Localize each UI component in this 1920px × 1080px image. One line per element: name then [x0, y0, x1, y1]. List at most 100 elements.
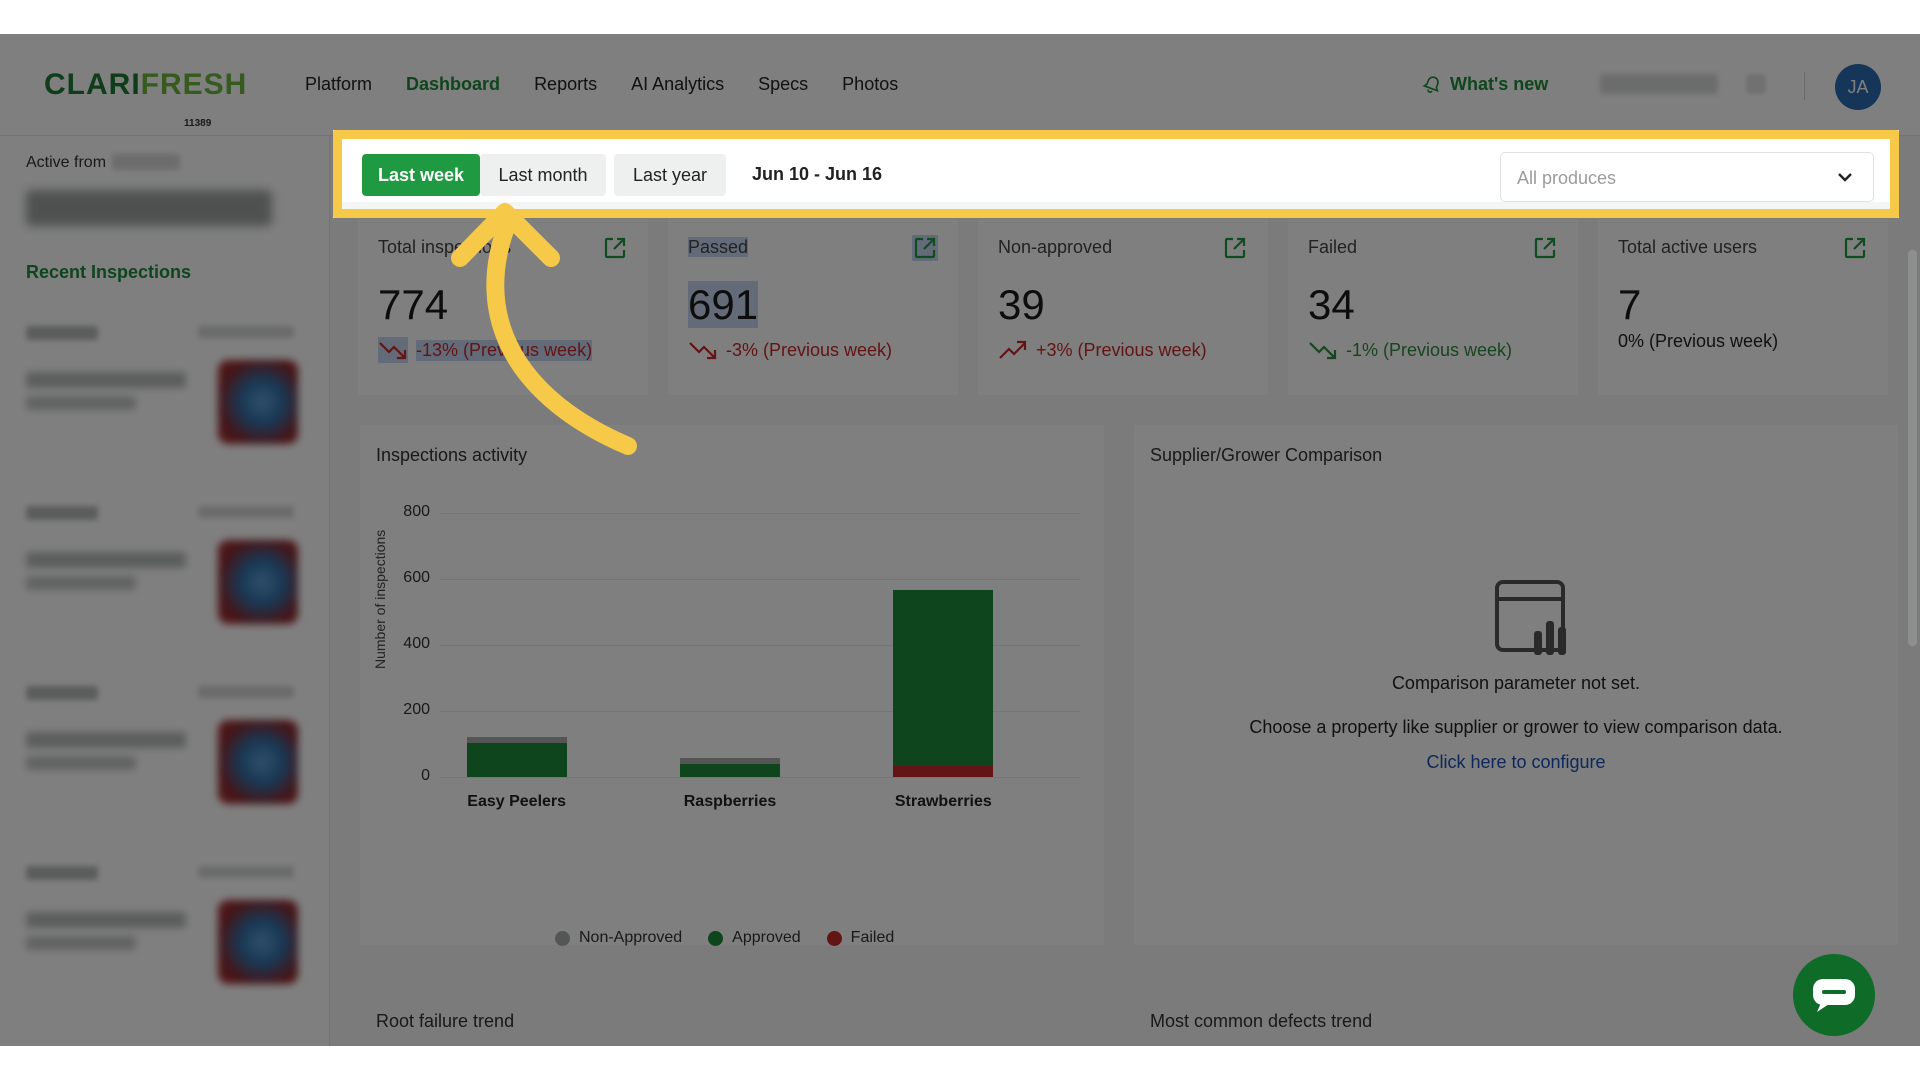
- gridline: [440, 513, 1080, 514]
- common-defects-title: Most common defects trend: [1150, 1011, 1373, 1031]
- gridline: [440, 777, 1080, 778]
- chart-placeholder-icon: [1495, 580, 1566, 655]
- recent-inspection-card[interactable]: [22, 666, 306, 826]
- blurred-text: [26, 506, 98, 520]
- stat-label: Total active users: [1618, 237, 1758, 257]
- stat-value: 39: [998, 281, 1045, 328]
- legend-item-failed[interactable]: Failed: [826, 929, 894, 947]
- logo-text-fresh: FRESH: [140, 68, 248, 101]
- x-category-label: Raspberries: [683, 793, 777, 810]
- stat-card-active-users: Total active users 7 0% (Previous week): [1598, 219, 1888, 395]
- nav-reports[interactable]: Reports: [534, 74, 597, 95]
- external-link-icon[interactable]: [912, 235, 938, 261]
- nav-dashboard[interactable]: Dashboard: [406, 74, 500, 95]
- external-link-icon[interactable]: [602, 235, 628, 261]
- external-link-icon[interactable]: [1222, 235, 1248, 261]
- blurred-text: [198, 506, 294, 518]
- bell-icon: [1422, 75, 1439, 93]
- recent-inspection-card[interactable]: [22, 486, 306, 646]
- y-tick-label: 200: [403, 701, 430, 718]
- blurred-text: [198, 866, 294, 878]
- recent-inspections-title: Recent Inspections: [26, 262, 192, 282]
- bar-segment-approved[interactable]: [893, 589, 994, 767]
- blurred-date: [112, 154, 180, 170]
- y-tick-label: 0: [421, 767, 430, 784]
- blurred-text: [26, 576, 136, 590]
- nav-specs[interactable]: Specs: [758, 74, 808, 95]
- stat-label: Non-approved: [998, 237, 1113, 257]
- blurred-text: [198, 326, 294, 338]
- stat-label: Passed: [688, 237, 749, 258]
- supplier-comparison-panel: Supplier/Grower Comparison Comparison pa…: [1134, 425, 1898, 945]
- sidebar: Active from Recent Inspections: [0, 136, 330, 1046]
- stat-value: 691: [688, 281, 759, 329]
- blurred-text: [26, 372, 186, 388]
- trend-down-icon: [378, 337, 408, 363]
- panel-title: Inspections activity: [376, 445, 528, 465]
- stat-delta-text: -13% (Previous week): [416, 339, 593, 361]
- configure-link[interactable]: Click here to configure: [1134, 752, 1898, 773]
- recent-inspection-card[interactable]: [22, 846, 306, 1006]
- blurred-text: [26, 686, 98, 700]
- stat-delta-text: -3% (Previous week): [726, 339, 893, 360]
- nav-photos[interactable]: Photos: [842, 74, 898, 95]
- nav-ai-analytics[interactable]: AI Analytics: [631, 74, 724, 95]
- blurred-text: [26, 912, 186, 928]
- stat-delta: 0% (Previous week): [1618, 331, 1778, 352]
- stat-card-passed: Passed 691 -3% (Previous week): [668, 219, 958, 395]
- blurred-account-name[interactable]: [1600, 74, 1718, 94]
- app-window: CLARIFRESH 11389 Platform Dashboard Repo…: [0, 34, 1920, 1046]
- tutorial-highlight-box: [333, 130, 1899, 218]
- stat-card-failed: Failed 34 -1% (Previous week): [1288, 219, 1578, 395]
- stat-delta: -1% (Previous week): [1308, 337, 1512, 363]
- x-category-label: Strawberries: [894, 793, 992, 810]
- stat-delta-text: -1% (Previous week): [1346, 339, 1513, 360]
- blurred-text: [26, 756, 136, 770]
- stat-value-text: 691: [688, 281, 759, 328]
- page-scrollbar[interactable]: [1908, 250, 1917, 646]
- legend-dot: [555, 930, 570, 946]
- blurred-text: [26, 396, 136, 410]
- nav-platform[interactable]: Platform: [305, 74, 372, 95]
- legend-item-non-approved[interactable]: Non-Approved: [555, 929, 682, 947]
- stat-delta-text: +3% (Previous week): [1036, 339, 1207, 360]
- trend-up-icon: [999, 340, 1027, 359]
- chat-button[interactable]: [1793, 954, 1875, 1036]
- legend-dot: [708, 930, 724, 946]
- inspection-thumbnail: [218, 360, 298, 444]
- legend-dot: [826, 930, 842, 946]
- blurred-text: [26, 936, 136, 950]
- bar-segment-approved[interactable]: [680, 763, 780, 777]
- bar-segment-failed[interactable]: [893, 766, 994, 777]
- stat-delta-text: 0% (Previous week): [1618, 331, 1779, 351]
- top-navigation: CLARIFRESH 11389 Platform Dashboard Repo…: [0, 34, 1920, 136]
- logo-text-clari: CLARI: [44, 68, 141, 101]
- logo-subtext: 11389: [184, 118, 212, 129]
- stat-delta: -3% (Previous week): [688, 337, 892, 363]
- stat-label: Failed: [1308, 237, 1358, 257]
- blurred-icon[interactable]: [1746, 74, 1766, 94]
- inspection-thumbnail: [218, 900, 298, 984]
- external-link-icon[interactable]: [1532, 235, 1558, 261]
- stat-value: 774: [378, 281, 449, 328]
- inspection-thumbnail: [218, 540, 298, 624]
- external-link-icon[interactable]: [1842, 235, 1868, 261]
- legend-item-approved[interactable]: Approved: [708, 929, 801, 947]
- recent-inspection-card[interactable]: [22, 306, 306, 466]
- stat-delta: +3% (Previous week): [998, 337, 1207, 363]
- clarifresh-logo[interactable]: CLARIFRESH: [44, 68, 247, 102]
- stat-delta: -13% (Previous week): [378, 337, 593, 363]
- stat-value: 34: [1308, 281, 1355, 328]
- stat-label: Total inspections: [378, 237, 512, 257]
- bar-segment-non-approved[interactable]: [680, 757, 780, 764]
- stat-card-non-approved: Non-approved 39 +3% (Previous week): [978, 219, 1268, 395]
- gridline: [440, 579, 1080, 580]
- bar-segment-approved[interactable]: [466, 743, 567, 777]
- legend-label: Approved: [732, 929, 801, 946]
- bar-segment-non-approved[interactable]: [466, 737, 567, 744]
- main-nav: Platform Dashboard Reports AI Analytics …: [305, 74, 898, 95]
- user-avatar[interactable]: JA: [1835, 64, 1881, 110]
- whats-new-link[interactable]: What's new: [1422, 74, 1548, 95]
- y-tick-label: 800: [403, 503, 430, 520]
- whats-new-label: What's new: [1450, 74, 1549, 94]
